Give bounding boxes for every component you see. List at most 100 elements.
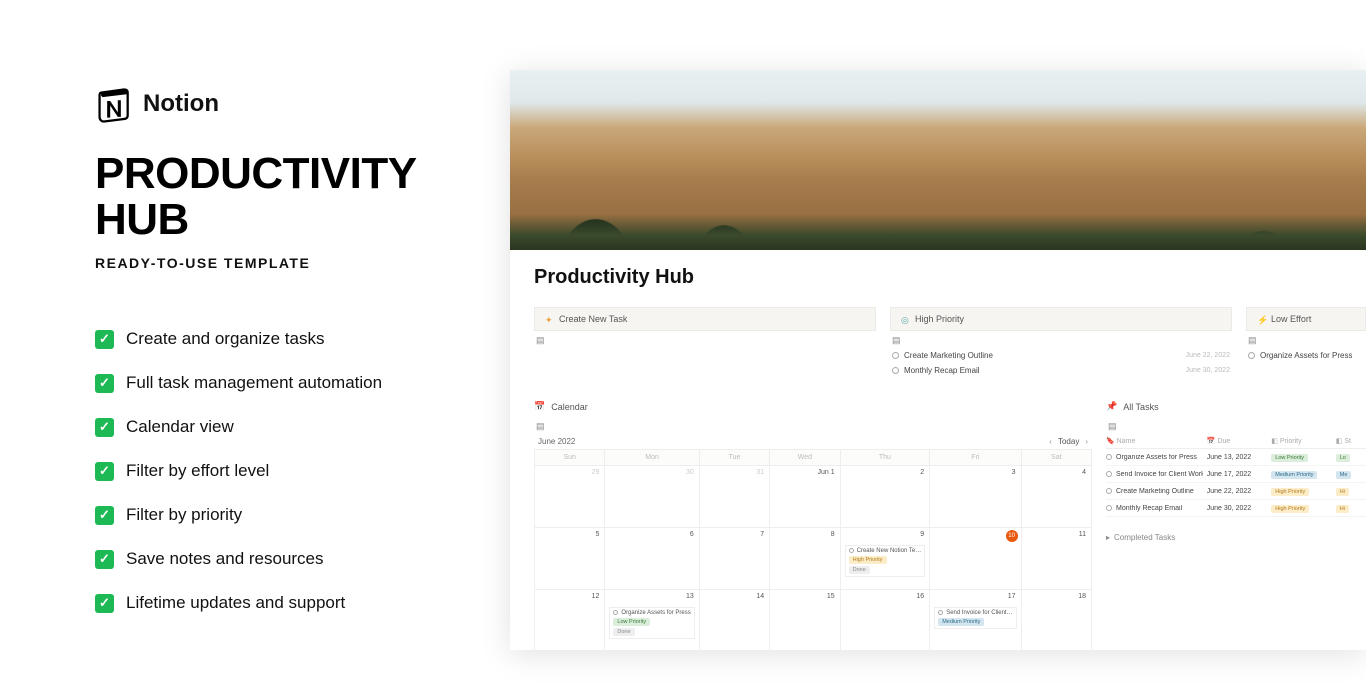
prev-icon[interactable]: ‹ — [1049, 437, 1052, 446]
item-name: Create Marketing Outline — [904, 351, 993, 360]
cal-cell[interactable]: 5 — [535, 528, 605, 590]
cal-cell[interactable]: 9 Create New Notion Te… High Priority Do… — [841, 528, 931, 590]
checkbox-icon[interactable] — [1106, 471, 1112, 477]
checkbox-icon[interactable] — [1106, 488, 1112, 494]
cal-cell[interactable]: 31 — [700, 466, 770, 528]
cal-date: 6 — [690, 531, 694, 538]
feature-label: Full task management automation — [126, 373, 382, 393]
calendar-grid: Sun Mon Tue Wed Thu Fri Sat 29 30 31 Jun… — [534, 449, 1092, 650]
checkbox-icon[interactable] — [1248, 352, 1255, 359]
cal-cell[interactable]: 17 Send Invoice for Client… Medium Prior… — [930, 590, 1021, 650]
calendar-event[interactable]: Organize Assets for Press Low Priority D… — [609, 607, 694, 639]
item-date: June 30, 2022 — [1186, 367, 1230, 374]
cal-date: 17 — [1008, 593, 1016, 600]
calendar-event[interactable]: Send Invoice for Client… Medium Priority — [934, 607, 1016, 629]
cal-date: 18 — [1078, 593, 1086, 600]
checkbox-icon[interactable] — [1106, 505, 1112, 511]
checkbox-icon[interactable] — [1106, 454, 1112, 460]
table-row[interactable]: Send Invoice for Client Work June 17, 20… — [1106, 466, 1366, 483]
checkbox-icon[interactable] — [892, 352, 899, 359]
cal-cell[interactable]: 16 — [841, 590, 931, 650]
cal-cell[interactable]: 30 — [605, 466, 699, 528]
target-icon: ◎ — [901, 315, 909, 323]
cell-due: June 22, 2022 — [1207, 488, 1268, 495]
extra-tag: Me — [1336, 471, 1352, 479]
dayhead: Sat — [1022, 450, 1092, 466]
feature-item: ✓Lifetime updates and support — [95, 593, 450, 613]
feature-item: ✓Create and organize tasks — [95, 329, 450, 349]
cal-cell[interactable]: 7 — [700, 528, 770, 590]
cal-cell[interactable]: 29 — [535, 466, 605, 528]
table-row[interactable]: Create Marketing Outline June 22, 2022 H… — [1106, 483, 1366, 500]
list-item[interactable]: Monthly Recap Email June 30, 2022 — [890, 363, 1232, 378]
dayhead: Tue — [700, 450, 770, 466]
check-icon: ✓ — [95, 418, 114, 437]
headline-line1: PRODUCTIVITY — [95, 149, 417, 198]
calendar-title: 📅 Calendar — [534, 396, 1092, 417]
cal-cell[interactable]: 14 — [700, 590, 770, 650]
card-high-priority[interactable]: ◎ High Priority — [890, 307, 1232, 331]
col-due: 📅 Due — [1207, 437, 1268, 445]
extra-tag: Hi — [1336, 488, 1349, 496]
cell-name: Monthly Recap Email — [1116, 505, 1182, 512]
calendar-icon: 📅 — [534, 401, 545, 412]
feature-label: Filter by priority — [126, 505, 242, 525]
cal-cell[interactable]: 2 — [841, 466, 931, 528]
cover-image — [510, 70, 1366, 250]
today-button[interactable]: Today — [1058, 437, 1079, 446]
calendar-event[interactable]: Create New Notion Te… High Priority Done — [845, 545, 926, 577]
checkbox-icon[interactable] — [892, 367, 899, 374]
col-priority: ◧ Priority — [1271, 437, 1331, 445]
table-row[interactable]: Organize Assets for Press June 13, 2022 … — [1106, 449, 1366, 466]
plus-icon: ✦ — [545, 315, 553, 323]
cal-cell[interactable]: 8 — [770, 528, 840, 590]
priority-tag: Low Priority — [1271, 454, 1308, 462]
cal-cell[interactable]: 12 — [535, 590, 605, 650]
cal-cell[interactable]: 3 — [930, 466, 1021, 528]
cal-cell[interactable]: 13 Organize Assets for Press Low Priorit… — [605, 590, 699, 650]
cal-date: 9 — [920, 531, 924, 538]
next-icon[interactable]: › — [1085, 437, 1088, 446]
list-item[interactable]: Create Marketing Outline June 22, 2022 — [890, 348, 1232, 363]
completed-toggle[interactable]: ▸ Completed Tasks — [1106, 533, 1366, 542]
cal-cell[interactable]: 18 — [1022, 590, 1092, 650]
template-screenshot: Productivity Hub ✦ Create New Task ▤ ◎ H… — [510, 70, 1366, 650]
cal-cell[interactable]: Jun 1 — [770, 466, 840, 528]
card-create-task[interactable]: ✦ Create New Task — [534, 307, 876, 331]
feature-item: ✓Calendar view — [95, 417, 450, 437]
feature-label: Filter by effort level — [126, 461, 269, 481]
subheadline: READY-TO-USE TEMPLATE — [95, 255, 450, 271]
check-icon: ✓ — [95, 550, 114, 569]
card-low-effort[interactable]: ⚡ Low Effort — [1246, 307, 1366, 331]
cal-date: 7 — [760, 531, 764, 538]
cell-due: June 13, 2022 — [1207, 454, 1268, 461]
extra-tag: Lo — [1336, 454, 1350, 462]
cell-due: June 17, 2022 — [1207, 471, 1268, 478]
cal-cell[interactable]: 15 — [770, 590, 840, 650]
brand-name: Notion — [143, 90, 219, 118]
item-name: Organize Assets for Press — [1260, 351, 1352, 360]
dayhead: Sun — [535, 450, 605, 466]
list-item[interactable]: Organize Assets for Press — [1246, 348, 1366, 363]
bolt-icon: ⚡ — [1257, 315, 1265, 323]
checkbox-icon — [938, 610, 943, 615]
cal-cell[interactable]: 10 — [930, 528, 1021, 590]
cell-name: Organize Assets for Press — [1116, 454, 1197, 461]
view-icon: ▤ — [534, 417, 1092, 434]
check-icon: ✓ — [95, 374, 114, 393]
feature-label: Lifetime updates and support — [126, 593, 345, 613]
cell-name: Create Marketing Outline — [1116, 488, 1194, 495]
cal-date: 2 — [920, 469, 924, 476]
table-row[interactable]: Monthly Recap Email June 30, 2022 High P… — [1106, 500, 1366, 517]
cal-cell[interactable]: 4 — [1022, 466, 1092, 528]
status-tag: Done — [849, 566, 870, 574]
pin-icon: 📌 — [1106, 401, 1117, 412]
cal-date: 30 — [686, 469, 694, 476]
cal-cell[interactable]: 11 — [1022, 528, 1092, 590]
main-row: 📅 Calendar ▤ June 2022 ‹ Today › Sun Mon… — [534, 396, 1366, 650]
cal-cell[interactable]: 6 — [605, 528, 699, 590]
completed-label: Completed Tasks — [1114, 533, 1175, 542]
card-label: Create New Task — [559, 314, 627, 324]
feature-item: ✓Filter by effort level — [95, 461, 450, 481]
feature-label: Create and organize tasks — [126, 329, 324, 349]
